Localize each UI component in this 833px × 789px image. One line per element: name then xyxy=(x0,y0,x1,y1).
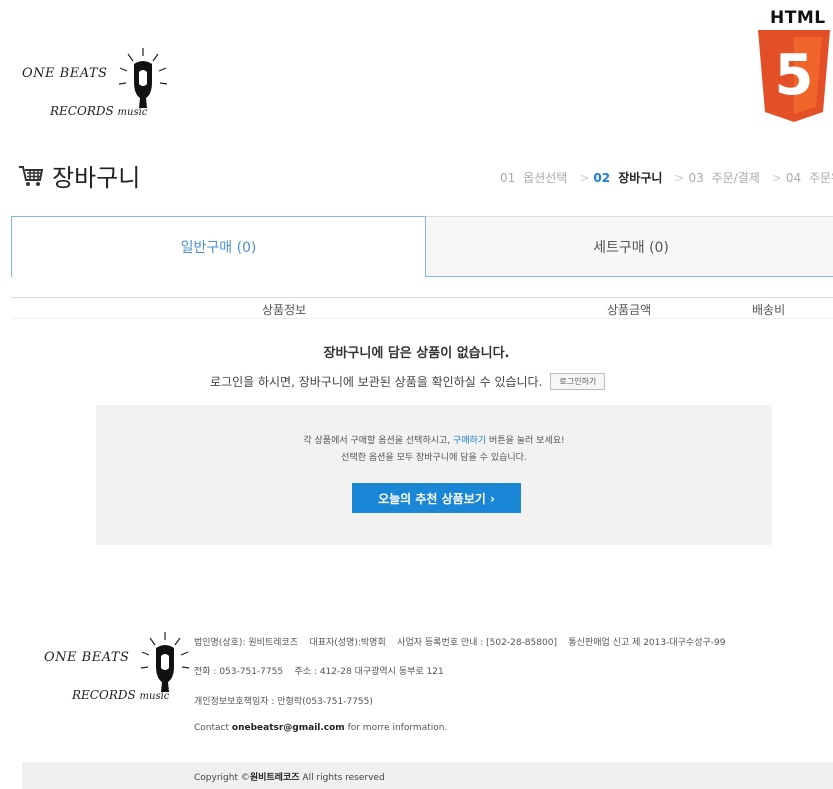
table-header: 상품정보 상품금액 배송비 xyxy=(11,297,833,319)
copyright-text: Copyright ©원비트레코즈 All rights reserved xyxy=(194,773,385,783)
login-prompt: 로그인을 하시면, 장바구니에 보관된 상품을 확인하실 수 있습니다. 로그인… xyxy=(210,373,606,390)
step-2-current: 02 장바구니 xyxy=(593,171,663,185)
html5-shield-icon: 5 xyxy=(758,30,830,122)
tab-label: 일반구매 (0) xyxy=(180,240,257,256)
login-button[interactable]: 로그인하기 xyxy=(550,373,606,390)
step-separator: > xyxy=(674,171,685,185)
copyright-bar: Copyright ©원비트레코즈 All rights reserved xyxy=(22,762,833,789)
recommendation-box: 각 상품에서 구매할 옵션을 선택하시고, 구매하기 버튼을 눌러 보세요! 선… xyxy=(96,405,772,545)
html5-digit: 5 xyxy=(775,43,814,108)
recommend-line1: 각 상품에서 구매할 옵션을 선택하시고, 구매하기 버튼을 눌러 보세요! xyxy=(303,436,565,446)
todays-recommendation-button[interactable]: 오늘의 추천 상품보기 › xyxy=(352,483,521,513)
brand-logo[interactable]: ONE BEATS RECORDS music xyxy=(22,40,172,145)
step-separator: > xyxy=(771,171,782,185)
contact-email-link[interactable]: onebeatsr@gmail.com xyxy=(232,723,345,733)
tab-label: 세트구매 (0) xyxy=(593,239,669,256)
tab-set-purchase[interactable]: 세트구매 (0) xyxy=(426,216,833,277)
step-separator: > xyxy=(579,171,590,185)
footer-contact-email-line: Contact onebeatsr@gmail.com for morre in… xyxy=(194,723,448,733)
logo-line1: ONE BEATS xyxy=(44,650,130,665)
tab-general-purchase[interactable]: 일반구매 (0) xyxy=(11,216,426,277)
order-steps: 01 옵션선택>02 장바구니>03 주문/결제>04 주문완료 xyxy=(500,169,833,186)
column-product-info: 상품정보 xyxy=(262,303,307,317)
recommend-line2: 선택한 옵션을 모두 장바구니에 담을 수 있습니다. xyxy=(341,453,527,463)
logo-line2: RECORDS music xyxy=(50,104,148,118)
page-title-text: 장바구니 xyxy=(52,164,141,192)
step-4: 04 주문완료 xyxy=(785,171,833,185)
column-shipping: 배송비 xyxy=(752,303,786,317)
footer-company-info: 법인명(상호): 원비트레코즈 대표자(성명):박명회 사업자 등록번호 안내 … xyxy=(194,638,726,648)
html5-badge: HTML 5 xyxy=(758,8,830,124)
login-prompt-text: 로그인을 하시면, 장바구니에 보관된 상품을 확인하실 수 있습니다. xyxy=(210,375,543,389)
empty-cart-message: 장바구니에 담은 상품이 없습니다. xyxy=(323,346,510,361)
column-price: 상품금액 xyxy=(607,303,652,317)
html5-label: HTML xyxy=(770,8,826,28)
step-3: 03 주문/결제 xyxy=(688,171,760,185)
logo-line1: ONE BEATS xyxy=(22,66,108,81)
step-1: 01 옵션선택 xyxy=(500,171,568,185)
page-title: 장바구니 xyxy=(18,158,140,193)
buy-highlight: 구매하기 xyxy=(453,436,487,446)
logo-line2: RECORDS music xyxy=(72,688,170,702)
cart-icon xyxy=(19,165,44,186)
footer-privacy-officer: 개인정보보호책임자 : 안형락(053-751-7755) xyxy=(194,697,373,707)
footer-logo[interactable]: ONE BEATS RECORDS music xyxy=(44,624,194,729)
footer-contact-info: 전화 : 053-751-7755 주소 : 412-28 대구광역시 동부로 … xyxy=(194,667,444,677)
